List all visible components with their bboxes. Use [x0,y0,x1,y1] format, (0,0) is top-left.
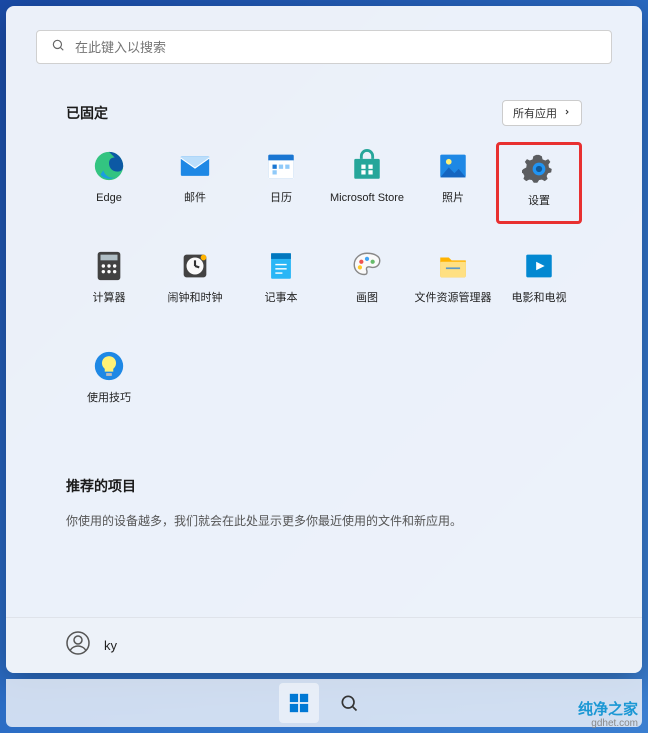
user-name: ky [104,638,117,653]
pinned-tile-paint[interactable]: 画图 [324,242,410,324]
pinned-tile-mail[interactable]: 邮件 [152,142,238,224]
store-icon [349,148,385,184]
taskbar [6,679,642,727]
photos-icon [435,148,471,184]
tile-label: Microsoft Store [330,192,404,205]
tile-label: 闹钟和时钟 [168,292,223,305]
start-menu-footer: ky [6,617,642,673]
tips-icon [91,348,127,384]
all-apps-label: 所有应用 [513,105,557,121]
paint-icon [349,248,385,284]
search-input[interactable] [75,40,597,55]
search-icon [51,38,65,57]
tile-label: 电影和电视 [512,292,567,305]
tile-label: 日历 [270,192,292,205]
user-icon [66,631,90,660]
taskbar-search-button[interactable] [329,683,369,723]
recommended-empty-text: 你使用的设备越多，我们就会在此处显示更多你最近使用的文件和新应用。 [66,512,582,529]
movies-icon [521,248,557,284]
pinned-tile-calculator[interactable]: 计算器 [66,242,152,324]
tile-label: 画图 [356,292,378,305]
tile-label: 设置 [528,195,550,208]
pinned-tile-movies[interactable]: 电影和电视 [496,242,582,324]
pinned-grid: Edge 邮件 日历 Microsoft Store 照片 设置计算器 闹钟和时钟 记事本 画图… [66,142,582,424]
pinned-tile-explorer[interactable]: 文件资源管理器 [410,242,496,324]
calendar-icon [263,148,299,184]
start-menu: 已固定 所有应用 Edge 邮件 日历 Microsoft Store 照片 设置计算器 闹… [6,6,642,673]
pinned-title: 已固定 [66,103,108,123]
pinned-tile-settings[interactable]: 设置 [496,142,582,224]
pinned-tile-store[interactable]: Microsoft Store [324,142,410,224]
explorer-icon [435,248,471,284]
clock-icon [177,248,213,284]
pinned-tile-photos[interactable]: 照片 [410,142,496,224]
search-bar[interactable] [36,30,612,64]
tile-label: 计算器 [93,292,126,305]
tile-label: 记事本 [265,292,298,305]
tile-label: 使用技巧 [87,392,131,405]
pinned-tile-notepad[interactable]: 记事本 [238,242,324,324]
user-account-button[interactable]: ky [66,631,117,660]
tile-label: 邮件 [184,192,206,205]
all-apps-button[interactable]: 所有应用 [502,100,582,126]
pinned-section: 已固定 所有应用 Edge 邮件 日历 Microsoft Store 照片 设置计算器 闹… [6,64,642,424]
recommended-title: 推荐的项目 [66,476,136,496]
chevron-right-icon [563,107,571,119]
settings-icon [521,151,557,187]
pinned-tile-tips[interactable]: 使用技巧 [66,342,152,424]
edge-icon [91,148,127,184]
tile-label: 照片 [442,192,464,205]
pinned-tile-clock[interactable]: 闹钟和时钟 [152,242,238,324]
pinned-tile-edge[interactable]: Edge [66,142,152,224]
calculator-icon [91,248,127,284]
recommended-section: 推荐的项目 你使用的设备越多，我们就会在此处显示更多你最近使用的文件和新应用。 [6,424,642,529]
tile-label: 文件资源管理器 [415,292,492,305]
mail-icon [177,148,213,184]
notepad-icon [263,248,299,284]
tile-label: Edge [96,192,122,205]
pinned-tile-calendar[interactable]: 日历 [238,142,324,224]
taskbar-start-button[interactable] [279,683,319,723]
